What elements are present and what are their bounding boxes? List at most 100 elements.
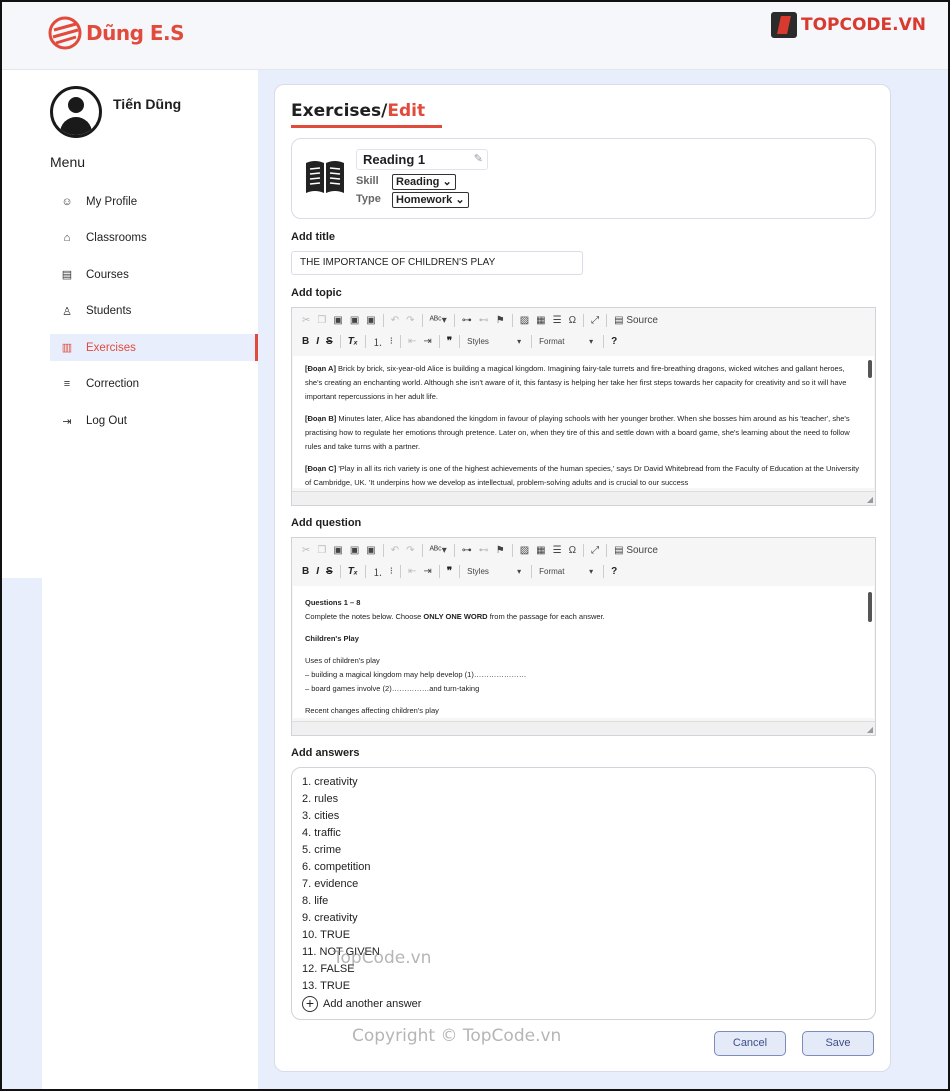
paste-word-icon[interactable]: ▣ <box>366 545 375 556</box>
unlink-icon[interactable]: ⊷ <box>479 315 489 326</box>
anchor-flag-icon[interactable]: ⚑ <box>496 545 505 556</box>
cut-icon[interactable]: ✂ <box>302 545 310 556</box>
answer-item[interactable]: 1. creativity <box>302 774 875 791</box>
special-char-icon[interactable]: Ω <box>569 315 576 326</box>
answer-item[interactable]: 10. TRUE <box>302 927 875 944</box>
sidebar-item-courses[interactable]: ▤ Courses <box>50 261 258 288</box>
sidebar-item-correction[interactable]: ≡ Correction <box>50 371 258 398</box>
answer-item[interactable]: 9. creativity <box>302 910 875 927</box>
bulleted-list-icon[interactable]: ⁝ <box>390 336 393 347</box>
styles-dropdown[interactable]: Styles ▾ <box>467 567 525 576</box>
paste-icon[interactable]: ▣ <box>333 315 342 326</box>
horizontal-line-icon[interactable]: ☰ <box>553 545 562 556</box>
paste-text-icon[interactable]: ▣ <box>350 315 359 326</box>
help-icon[interactable]: ? <box>611 336 617 347</box>
indent-icon[interactable]: ⇥ <box>423 566 431 577</box>
source-label: Source <box>626 315 658 326</box>
add-answer-button[interactable]: + Add another answer <box>302 996 875 1012</box>
type-select[interactable]: Homework ⌄ <box>392 192 469 208</box>
answer-item[interactable]: 8. life <box>302 893 875 910</box>
remove-format-icon[interactable]: Tₓ <box>348 336 358 347</box>
answer-item[interactable]: 6. competition <box>302 859 875 876</box>
undo-icon[interactable]: ↶ <box>391 545 399 556</box>
sidebar-item-classrooms[interactable]: ⌂ Classrooms <box>50 225 258 252</box>
outdent-icon[interactable]: ⇤ <box>408 566 416 577</box>
horizontal-line-icon[interactable]: ☰ <box>553 315 562 326</box>
answer-item[interactable]: 13. TRUE <box>302 978 875 995</box>
table-icon[interactable]: ▦ <box>536 545 545 556</box>
sidebar-item-log-out[interactable]: ⇥ Log Out <box>50 408 258 435</box>
source-button[interactable]: ▤ Source <box>614 545 658 556</box>
save-button[interactable]: Save <box>802 1031 874 1056</box>
brand-logo[interactable]: Dũng E.S <box>48 16 185 50</box>
edit-icon[interactable]: ✎ <box>474 152 483 165</box>
resize-handle-icon[interactable]: ◢ <box>867 495 873 504</box>
answer-item[interactable]: 2. rules <box>302 791 875 808</box>
maximize-icon[interactable]: ⤢ <box>591 315 599 326</box>
cancel-button[interactable]: Cancel <box>714 1031 786 1056</box>
instruction-emphasis: ONLY ONE WORD <box>423 612 488 621</box>
question-editor-content[interactable]: Questions 1 – 8 Complete the notes below… <box>293 586 874 718</box>
format-dropdown[interactable]: Format ▾ <box>539 337 597 346</box>
table-icon[interactable]: ▦ <box>536 315 545 326</box>
sidebar-item-my-profile[interactable]: ☺ My Profile <box>50 188 258 215</box>
redo-icon[interactable]: ↷ <box>406 545 414 556</box>
undo-icon[interactable]: ↶ <box>391 315 399 326</box>
answers-box[interactable]: 1. creativity 2. rules 3. cities 4. traf… <box>291 767 876 1020</box>
format-dropdown[interactable]: Format ▾ <box>539 567 597 576</box>
blockquote-icon[interactable]: ❞ <box>447 566 452 577</box>
answer-item[interactable]: 5. crime <box>302 842 875 859</box>
image-icon[interactable]: ▨ <box>520 545 529 556</box>
outdent-icon[interactable]: ⇤ <box>408 336 416 347</box>
exercise-name-field[interactable]: Reading 1 ✎ <box>356 149 488 170</box>
numbered-list-icon[interactable]: ⒈ <box>373 564 383 579</box>
spellcheck-icon[interactable]: ᴬᴮᶜ▾ <box>430 315 447 326</box>
page-title-main: Exercises/ <box>291 101 388 121</box>
add-topic-label: Add topic <box>291 287 342 299</box>
image-icon[interactable]: ▨ <box>520 315 529 326</box>
answer-item[interactable]: 4. traffic <box>302 825 875 842</box>
answer-item[interactable]: 3. cities <box>302 808 875 825</box>
anchor-flag-icon[interactable]: ⚑ <box>496 315 505 326</box>
source-button[interactable]: ▤ Source <box>614 315 658 326</box>
blockquote-icon[interactable]: ❞ <box>447 336 452 347</box>
question-scrollbar[interactable] <box>868 592 872 622</box>
bulleted-list-icon[interactable]: ⁝ <box>390 566 393 577</box>
bold-icon[interactable]: B <box>302 566 309 577</box>
special-char-icon[interactable]: Ω <box>569 545 576 556</box>
skill-select[interactable]: Reading ⌄ <box>392 174 456 190</box>
question-instruction: Complete the notes below. Choose ONLY ON… <box>305 610 862 624</box>
copy-icon[interactable]: ❐ <box>317 315 326 326</box>
paste-icon[interactable]: ▣ <box>333 545 342 556</box>
answer-item[interactable]: 7. evidence <box>302 876 875 893</box>
italic-icon[interactable]: I <box>316 336 319 347</box>
paste-word-icon[interactable]: ▣ <box>366 315 375 326</box>
sidebar-item-students[interactable]: ♙ Students <box>50 298 258 325</box>
avatar[interactable] <box>50 86 102 138</box>
topic-scrollbar[interactable] <box>868 360 872 378</box>
help-icon[interactable]: ? <box>611 566 617 577</box>
sidebar-item-exercises[interactable]: ▥ Exercises <box>50 334 258 362</box>
indent-icon[interactable]: ⇥ <box>423 336 431 347</box>
spellcheck-icon[interactable]: ᴬᴮᶜ▾ <box>430 545 447 556</box>
styles-dropdown[interactable]: Styles ▾ <box>467 337 525 346</box>
title-input[interactable]: THE IMPORTANCE OF CHILDREN'S PLAY <box>291 251 583 275</box>
unlink-icon[interactable]: ⊷ <box>479 545 489 556</box>
link-icon[interactable]: ⊶ <box>462 315 472 326</box>
topic-editor-content[interactable]: [Đoạn A] Brick by brick, six-year-old Al… <box>293 356 874 488</box>
numbered-list-icon[interactable]: ⒈ <box>373 334 383 349</box>
remove-format-icon[interactable]: Tₓ <box>348 566 358 577</box>
caret-down-icon: ▾ <box>589 567 594 576</box>
copy-icon[interactable]: ❐ <box>317 545 326 556</box>
bold-icon[interactable]: B <box>302 336 309 347</box>
link-icon[interactable]: ⊶ <box>462 545 472 556</box>
maximize-icon[interactable]: ⤢ <box>591 545 599 556</box>
strike-icon[interactable]: S <box>326 566 333 577</box>
strike-icon[interactable]: S <box>326 336 333 347</box>
caret-down-icon: ▾ <box>517 567 522 576</box>
redo-icon[interactable]: ↷ <box>406 315 414 326</box>
resize-handle-icon[interactable]: ◢ <box>867 725 873 734</box>
cut-icon[interactable]: ✂ <box>302 315 310 326</box>
paste-text-icon[interactable]: ▣ <box>350 545 359 556</box>
italic-icon[interactable]: I <box>316 566 319 577</box>
